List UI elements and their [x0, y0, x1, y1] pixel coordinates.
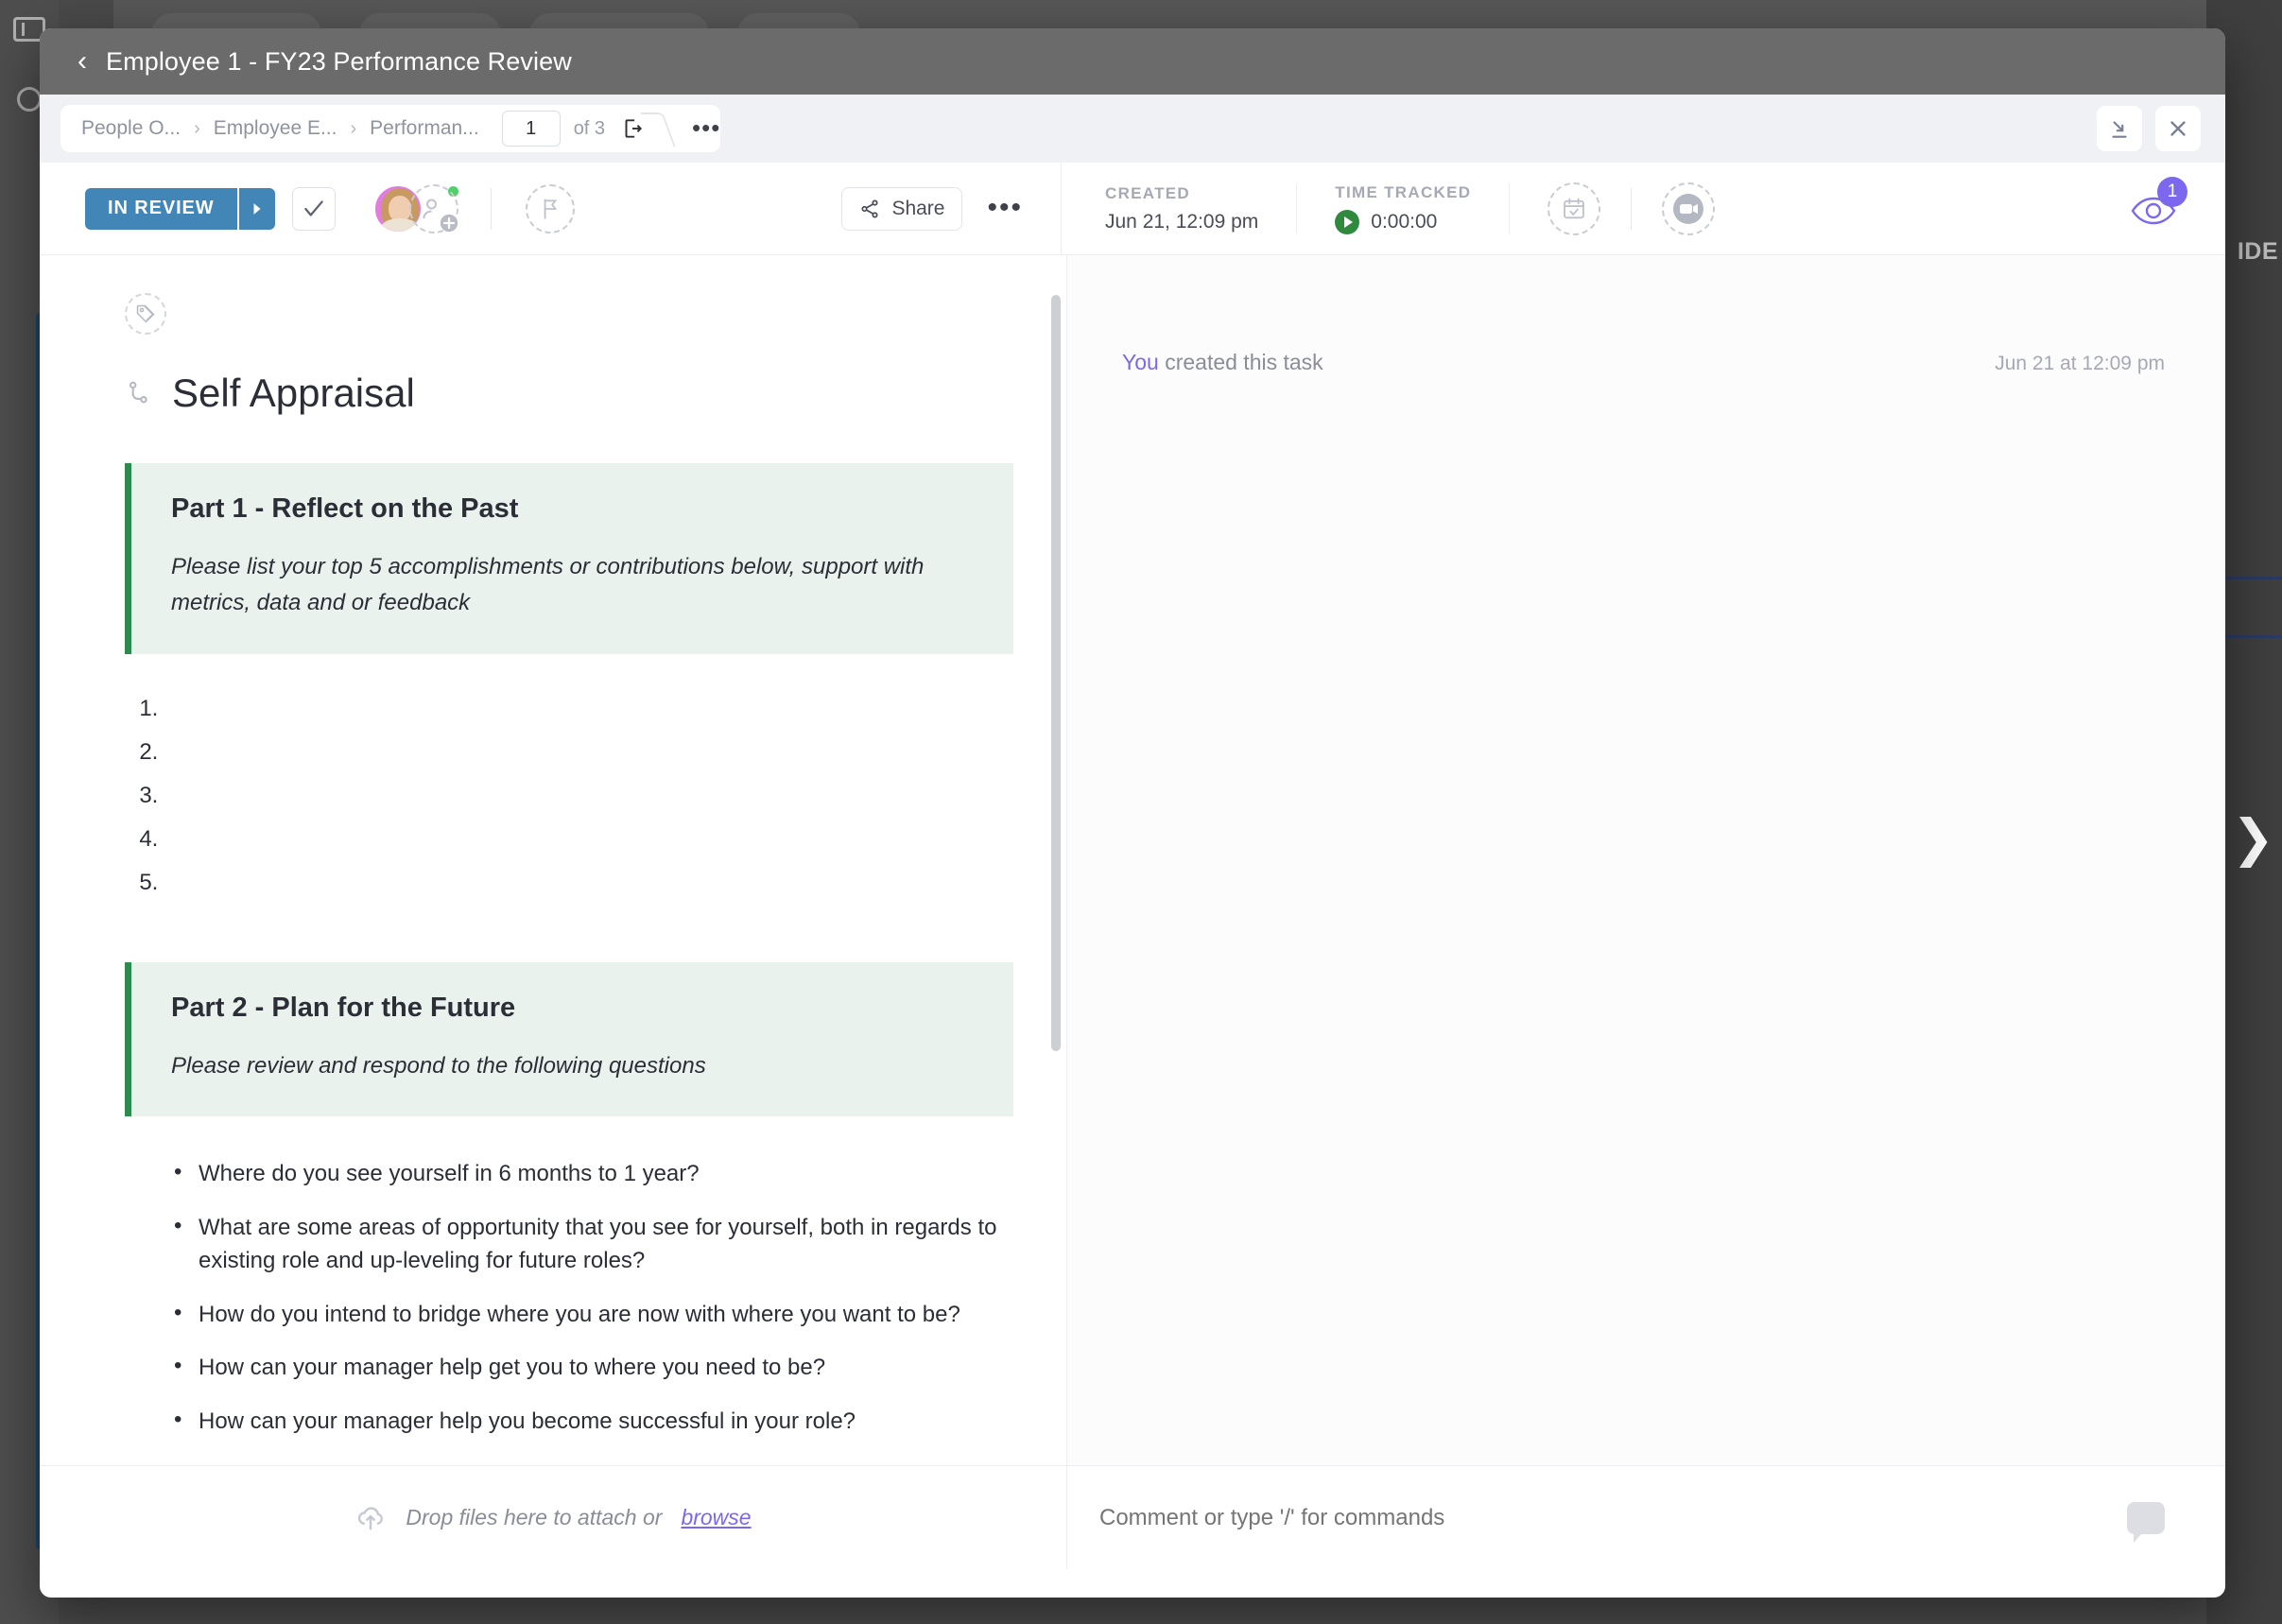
callout-heading: Part 2 - Plan for the Future: [171, 992, 516, 1023]
toolbar-left-group: IN REVIEW Share •••: [40, 183, 1061, 233]
callout-text: Please list your top 5 accomplishments o…: [171, 554, 925, 616]
assignee-group: [372, 183, 460, 233]
comment-bubble-icon[interactable]: [2127, 1501, 2165, 1543]
task-modal: ‹ Employee 1 - FY23 Performance Review P…: [40, 28, 2225, 1598]
close-button[interactable]: [2155, 106, 2201, 151]
time-tracked-meta: TIME TRACKED 0:00:00: [1335, 182, 1511, 234]
modal-titlebar: ‹ Employee 1 - FY23 Performance Review: [40, 28, 2225, 95]
browse-link[interactable]: browse: [681, 1505, 751, 1530]
activity-timestamp: Jun 21 at 12:09 pm: [1995, 353, 2165, 374]
callout-part-1: Part 1 - Reflect on the Past Please list…: [125, 463, 1013, 654]
toolbar-right-group: CREATED Jun 21, 12:09 pm TIME TRACKED 0:…: [1061, 163, 2225, 254]
list-item[interactable]: [164, 783, 1013, 809]
breadcrumb-bar: People O... › Employee E... › Performan.…: [40, 95, 2225, 163]
calendar-check-icon[interactable]: [1547, 181, 1601, 235]
window-controls: [2097, 106, 2201, 151]
background-next-chevron-icon[interactable]: ❯: [2232, 813, 2274, 864]
toolbar-divider: [490, 187, 492, 230]
list-item: What are some areas of opportunity that …: [174, 1210, 1013, 1278]
breadcrumb-item-2[interactable]: Employee E...: [214, 117, 337, 140]
task-toolbar: IN REVIEW Share ••• CREATED Jun 21, 12:0…: [40, 163, 2225, 255]
callout-text: Please review and respond to the followi…: [171, 1052, 706, 1079]
questions-list: Where do you see yourself in 6 months to…: [174, 1156, 1013, 1439]
document-pane: Self Appraisal Part 1 - Reflect on the P…: [40, 255, 1066, 1569]
activity-text: created this task: [1158, 350, 1323, 374]
document-title-row: Self Appraisal: [125, 371, 1013, 416]
document-scrollbar[interactable]: [1051, 295, 1061, 1051]
callout-heading: Part 1 - Reflect on the Past: [171, 493, 519, 524]
minimize-button[interactable]: [2097, 106, 2142, 151]
breadcrumb-separator: ›: [194, 117, 200, 139]
list-item: How can your manager help get you to whe…: [174, 1350, 1013, 1385]
status-caret-icon[interactable]: [236, 187, 275, 230]
list-item[interactable]: [164, 696, 1013, 722]
play-icon[interactable]: [1335, 209, 1360, 234]
video-camera-icon[interactable]: [1662, 181, 1716, 235]
background-circle-icon: [17, 87, 42, 112]
created-meta: CREATED Jun 21, 12:09 pm: [1105, 183, 1298, 233]
activity-feed: You created this task Jun 21 at 12:09 pm: [1067, 255, 2225, 1465]
modal-title: Employee 1 - FY23 Performance Review: [106, 46, 572, 76]
toolbar-divider: [1631, 187, 1633, 230]
watchers-button[interactable]: 1: [2129, 176, 2187, 228]
share-label: Share: [891, 197, 945, 219]
page-number-input[interactable]: 1: [501, 111, 561, 147]
breadcrumb: People O... › Employee E... › Performan.…: [61, 105, 721, 152]
page-total-label: of 3: [573, 117, 606, 139]
breadcrumb-item-3[interactable]: Performan...: [370, 117, 479, 140]
list-item[interactable]: [164, 826, 1013, 853]
page-title: Self Appraisal: [172, 371, 415, 415]
background-hide-label: IDE: [2237, 238, 2278, 265]
breadcrumb-item-1[interactable]: People O...: [81, 117, 181, 140]
comment-input[interactable]: [1099, 1504, 2127, 1531]
list-item[interactable]: [164, 870, 1013, 896]
breadcrumb-tail: [656, 105, 677, 152]
priority-flag-button[interactable]: [525, 183, 575, 233]
attachment-dropzone[interactable]: Drop files here to attach or browse: [40, 1465, 1066, 1569]
breadcrumb-more-icon[interactable]: •••: [692, 116, 720, 140]
status-label: IN REVIEW: [85, 187, 237, 230]
share-button[interactable]: Share: [841, 186, 963, 231]
list-item: How can your manager help you become suc…: [174, 1404, 1013, 1439]
comment-bar: [1067, 1465, 2225, 1569]
activity-item: You created this task Jun 21 at 12:09 pm: [1122, 350, 2165, 375]
add-assignee-button[interactable]: [408, 183, 458, 233]
tag-icon[interactable]: [125, 293, 166, 335]
list-item: How do you intend to bridge where you ar…: [174, 1297, 1013, 1332]
time-tracked-label: TIME TRACKED: [1335, 182, 1472, 201]
modal-body: Self Appraisal Part 1 - Reflect on the P…: [40, 255, 2225, 1569]
mark-complete-button[interactable]: [291, 186, 336, 231]
status-button[interactable]: IN REVIEW: [85, 187, 275, 230]
activity-actor[interactable]: You: [1122, 350, 1159, 374]
list-item: Where do you see yourself in 6 months to…: [174, 1156, 1013, 1191]
activity-pane: You created this task Jun 21 at 12:09 pm: [1066, 255, 2225, 1569]
attachment-label: Drop files here to attach or: [406, 1505, 663, 1529]
breadcrumb-separator: ›: [350, 117, 357, 139]
list-item[interactable]: [164, 739, 1013, 766]
subtask-branch-icon: [125, 378, 155, 408]
time-tracked-value: 0:00:00: [1371, 210, 1438, 233]
created-value: Jun 21, 12:09 pm: [1105, 210, 1259, 233]
watchers-count-badge: 1: [2157, 176, 2187, 207]
created-label: CREATED: [1105, 183, 1191, 202]
back-chevron-icon[interactable]: ‹: [78, 47, 87, 76]
open-in-new-icon[interactable]: [620, 116, 645, 141]
toolbar-more-icon[interactable]: •••: [987, 194, 1023, 221]
accomplishments-list[interactable]: [164, 696, 1013, 896]
document-scroll-area: Self Appraisal Part 1 - Reflect on the P…: [40, 255, 1066, 1465]
callout-part-2: Part 2 - Plan for the Future Please revi…: [125, 961, 1013, 1117]
cloud-upload-icon: [354, 1502, 387, 1534]
